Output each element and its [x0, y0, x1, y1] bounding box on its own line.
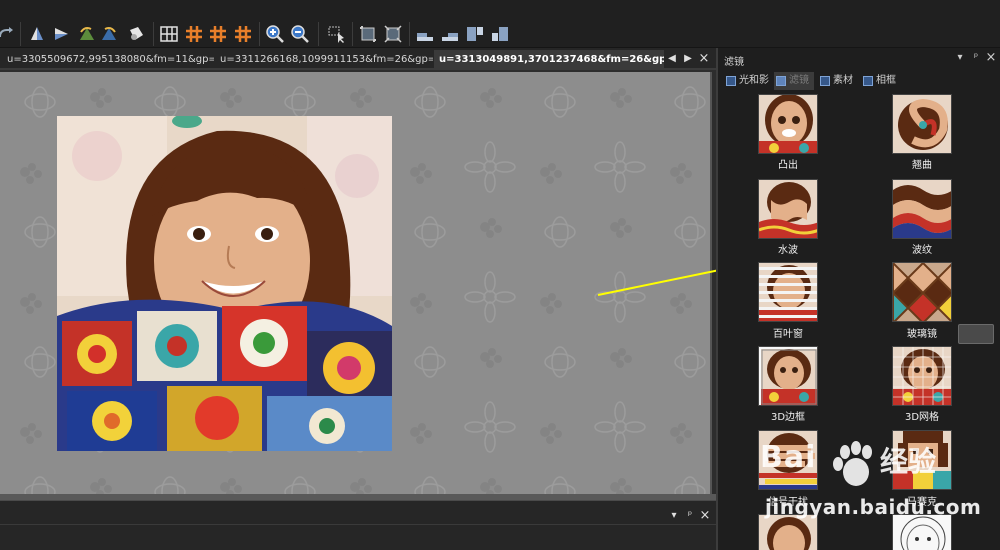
crop-icon[interactable]: [358, 24, 378, 44]
filter-thumbnail-wave[interactable]: [892, 179, 952, 239]
zoom-in-icon[interactable]: [265, 24, 285, 44]
tab-close-button[interactable]: ×: [698, 50, 710, 68]
hash-grid-icon[interactable]: [184, 24, 204, 44]
filter-thumbnail-3d-border[interactable]: [758, 346, 818, 406]
document-tab-active[interactable]: u=3313049891,3701237468&fm=26&gp=0.jpg: [434, 50, 664, 69]
filter-thumbnail-glass[interactable]: [892, 262, 952, 322]
bottom-panel-dock-button[interactable]: ᵖ: [684, 507, 696, 525]
child-portrait-image: [57, 116, 392, 451]
bottom-panel-close-button[interactable]: ×: [699, 507, 711, 525]
grid-icon[interactable]: [159, 24, 179, 44]
toolbar-separator: [318, 22, 319, 46]
free-rotate-icon[interactable]: [126, 24, 146, 44]
tab-frames[interactable]: 相框: [861, 72, 901, 90]
tab-label: 相框: [876, 75, 896, 86]
filter-thumbnail-swirl[interactable]: [892, 94, 952, 154]
rotate-left-icon[interactable]: [77, 24, 97, 44]
hash-grid-icon[interactable]: [233, 24, 253, 44]
align-bottom-right-icon[interactable]: [440, 24, 460, 44]
rotate-right-icon[interactable]: [99, 24, 119, 44]
toolbar-separator: [409, 22, 410, 46]
document-tab[interactable]: u=3311266168,1099911153&fm=26&gp=0.jpg *: [215, 50, 433, 69]
toolbar-separator: [153, 22, 154, 46]
filter-label: 水波: [778, 245, 798, 256]
filter-label: 玻璃镜: [907, 329, 937, 340]
image-icon: [726, 76, 736, 86]
filter-panel-close-button[interactable]: ×: [985, 51, 997, 65]
toolbar-separator: [259, 22, 260, 46]
flip-horizontal-icon[interactable]: [51, 24, 71, 44]
bottom-panel-header: ▾ ᵖ ×: [0, 505, 716, 525]
filter-panel-tabs: 光和影 滤镜 素材 相框: [718, 70, 1000, 90]
image-icon: [863, 76, 873, 86]
toolbar: [0, 0, 1000, 48]
toolbar-separator: [352, 22, 353, 46]
watermark-brand-suffix: 经验: [880, 445, 937, 478]
document-tab[interactable]: u=3305509672,995138080&fm=11&gp=0.jpg *: [2, 50, 214, 69]
tab-filters[interactable]: 滤镜: [774, 72, 814, 90]
image-icon: [820, 76, 830, 86]
align-top-icon[interactable]: [465, 24, 485, 44]
filter-panel-pin-button[interactable]: ▾: [954, 51, 966, 65]
watermark-url: jingyan.baidu.com: [765, 495, 982, 519]
filter-label: 3D网格: [904, 412, 940, 423]
tab-materials[interactable]: 素材: [818, 72, 858, 90]
watermark-brand: Bai: [760, 440, 817, 475]
filter-thumbnail-bulge[interactable]: [758, 94, 818, 154]
zoom-out-icon[interactable]: [290, 24, 310, 44]
select-tool-icon[interactable]: [327, 24, 347, 44]
filter-thumbnail-3d-grid[interactable]: [892, 346, 952, 406]
filter-panel-title: 滤镜: [724, 57, 744, 68]
filter-label: 凸出: [778, 160, 798, 171]
filter-label: 翘曲: [912, 160, 932, 171]
hash-grid-icon[interactable]: [208, 24, 228, 44]
resize-icon[interactable]: [383, 24, 403, 44]
tab-light-shadow[interactable]: 光和影: [724, 72, 770, 90]
filter-thumbnail-blinds[interactable]: [758, 262, 818, 322]
flip-vertical-icon[interactable]: [27, 24, 47, 44]
edited-photo[interactable]: [57, 116, 392, 451]
tab-label: 光和影: [739, 75, 769, 86]
document-tab-strip: u=3305509672,995138080&fm=11&gp=0.jpg * …: [0, 48, 716, 70]
image-icon: [776, 76, 786, 86]
watermark: Bai 经验 jingyan.baidu.com: [760, 440, 1000, 535]
image-canvas[interactable]: [0, 72, 712, 494]
align-bottom-left-icon[interactable]: [415, 24, 435, 44]
filter-label: 3D边框: [770, 412, 806, 423]
filter-thumbnail-ripple[interactable]: [758, 179, 818, 239]
align-right-icon[interactable]: [490, 24, 510, 44]
redo-icon[interactable]: [0, 24, 16, 44]
filter-label: 百叶窗: [773, 329, 803, 340]
photo-editor-window: u=3305509672,995138080&fm=11&gp=0.jpg * …: [0, 0, 1000, 550]
toolbar-separator: [20, 22, 21, 46]
tab-label: 滤镜: [789, 75, 809, 86]
bottom-panel-pin-button[interactable]: ▾: [668, 507, 680, 525]
bottom-panel: ▾ ᵖ ×: [0, 500, 716, 550]
tab-label: 素材: [833, 75, 853, 86]
filter-label: 波纹: [912, 245, 932, 256]
filter-panel-dock-button[interactable]: ᵖ: [970, 51, 982, 65]
tab-scroll-right-button[interactable]: ▶: [682, 50, 694, 68]
panel-scroll-handle[interactable]: [958, 324, 994, 344]
tab-scroll-left-button[interactable]: ◀: [666, 50, 678, 68]
